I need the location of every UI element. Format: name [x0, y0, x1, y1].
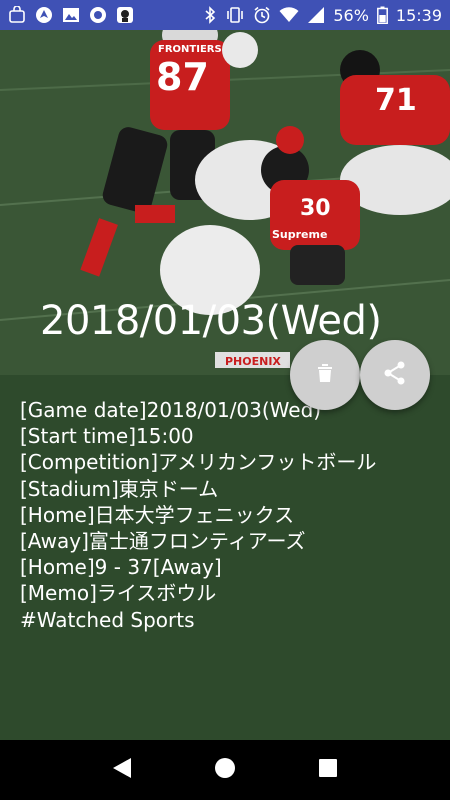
jersey-number-87: 87	[156, 55, 209, 99]
detail-game-date: [Game date]2018/01/03(Wed)	[20, 398, 322, 422]
detail-home-team: [Home]日本大学フェニックス	[20, 502, 295, 527]
face-app-icon	[116, 6, 134, 24]
back-button[interactable]	[97, 745, 147, 795]
game-photo: 87 FRONTIERS 30 Supreme 71 PHOENIX 2018/…	[0, 30, 450, 375]
wifi-icon	[279, 6, 299, 24]
game-date-title: 2018/01/03(Wed)	[40, 298, 382, 344]
home-button[interactable]	[200, 745, 250, 795]
detail-away-team: [Away]富士通フロンティアーズ	[20, 529, 306, 554]
share-icon	[382, 360, 408, 390]
detail-start-time: [Start time]15:00	[20, 424, 194, 449]
jersey-number-71: 71	[375, 83, 417, 118]
bluetooth-icon	[203, 6, 217, 24]
status-bar: 56% 15:39	[0, 0, 450, 30]
detail-score: [Home]9 - 37[Away]	[20, 555, 222, 580]
detail-hashtag: #Watched Sports	[20, 607, 195, 632]
clock: 15:39	[395, 5, 442, 25]
image-icon	[62, 6, 80, 24]
jersey-label-frontiers: FRONTIERS	[158, 44, 222, 55]
system-status: 56% 15:39	[203, 6, 442, 25]
alarm-icon	[253, 6, 271, 24]
trash-icon	[313, 361, 337, 389]
home-circle-icon	[214, 757, 236, 783]
banner-text: PHOENIX	[225, 355, 281, 368]
recents-button[interactable]	[303, 745, 353, 795]
jersey-number-30: 30	[300, 196, 331, 221]
signal-icon	[307, 6, 325, 24]
navigation-bar	[0, 740, 450, 800]
back-triangle-icon	[111, 756, 133, 784]
mobile-shop-icon	[8, 6, 26, 24]
detail-memo: [Memo]ライスボウル	[20, 581, 217, 606]
battery-icon	[376, 6, 388, 24]
vibrate-icon	[225, 6, 245, 24]
share-button[interactable]	[360, 340, 430, 410]
navigation-icon	[35, 6, 53, 24]
detail-stadium: [Stadium]東京ドーム	[20, 476, 219, 501]
record-icon	[89, 6, 107, 24]
recents-square-icon	[318, 758, 338, 782]
detail-competition: [Competition]アメリカンフットボール	[20, 450, 377, 475]
delete-button[interactable]	[290, 340, 360, 410]
game-details: [Game date]2018/01/03(Wed) [Start time]1…	[0, 375, 450, 740]
sleeve-text: Supreme	[272, 228, 327, 241]
battery-percent: 56%	[333, 5, 369, 25]
notification-icons	[8, 6, 134, 24]
